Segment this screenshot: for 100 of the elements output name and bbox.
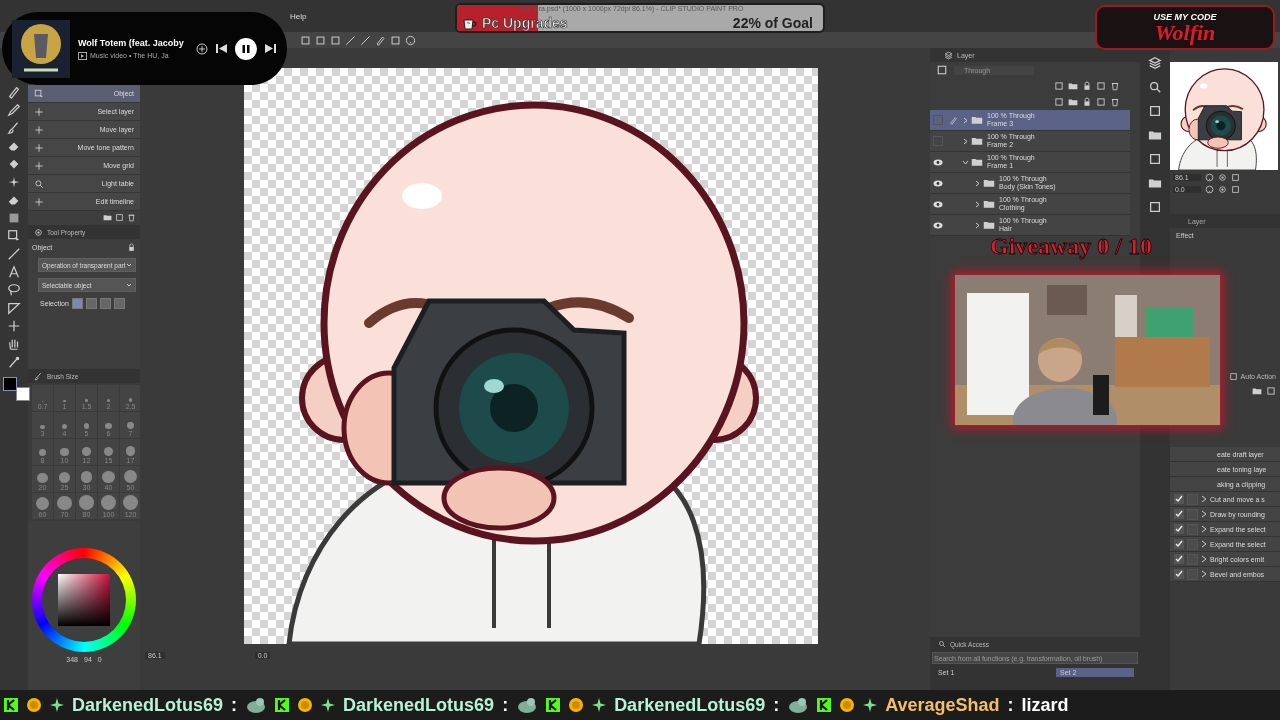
square-icon[interactable]	[1096, 97, 1106, 107]
badge-caption: USE MY CODE	[1153, 11, 1217, 22]
pause-icon	[241, 43, 251, 54]
search-icon[interactable]	[1148, 80, 1162, 94]
selection-mode-button[interactable]	[85, 298, 97, 309]
trash-icon[interactable]	[127, 213, 136, 222]
line-icon[interactable]	[360, 34, 371, 46]
giveaway-counter: Giveaway 0 / 10	[990, 233, 1152, 260]
navigator-preview[interactable]	[1170, 62, 1278, 170]
lock-icon[interactable]	[1082, 97, 1092, 107]
canvas[interactable]	[244, 68, 818, 644]
move-icon	[34, 160, 44, 171]
previous-icon	[216, 43, 227, 54]
square-icon[interactable]	[1054, 81, 1064, 91]
chat-username: DarkenedLotus69	[343, 694, 495, 716]
square-icon[interactable]	[1148, 104, 1162, 118]
square-icon[interactable]	[1054, 97, 1064, 107]
help-icon[interactable]	[1205, 173, 1214, 182]
goal-amount-label: 22% of Goal	[732, 16, 813, 31]
folder-icon	[983, 198, 995, 210]
folder-icon	[983, 177, 995, 189]
checkbox[interactable]	[1174, 524, 1184, 534]
square-icon[interactable]	[936, 64, 948, 76]
hand-icon[interactable]	[7, 337, 21, 351]
chevron-icon[interactable]	[974, 179, 981, 187]
selection-mode-button[interactable]	[113, 298, 125, 309]
trash-icon[interactable]	[1110, 81, 1120, 91]
gradient-icon[interactable]	[7, 211, 21, 225]
next-button[interactable]	[265, 43, 276, 54]
chevron-icon[interactable]	[974, 200, 981, 208]
square-icon[interactable]	[330, 34, 341, 46]
chevron-icon[interactable]	[974, 221, 981, 229]
chevron-icon[interactable]	[962, 158, 969, 166]
add-button[interactable]	[196, 42, 208, 55]
checkbox[interactable]	[1187, 493, 1198, 505]
search-icon	[938, 640, 946, 648]
lock-icon[interactable]	[1082, 81, 1092, 91]
checkbox[interactable]	[1187, 523, 1198, 535]
color-square[interactable]	[58, 574, 110, 626]
eyedropper-icon[interactable]	[7, 355, 21, 369]
pause-button[interactable]	[235, 37, 257, 60]
square-icon[interactable]	[1096, 81, 1106, 91]
lasso-icon[interactable]	[7, 283, 21, 297]
cup-icon	[463, 17, 477, 30]
k-badge-icon	[4, 698, 18, 712]
checkbox[interactable]	[1187, 568, 1198, 580]
square-icon[interactable]	[1148, 200, 1162, 214]
caret-icon	[126, 262, 132, 268]
fill-icon[interactable]	[7, 157, 21, 171]
coin-icon	[297, 697, 314, 713]
checkbox[interactable]	[1174, 494, 1184, 504]
line-icon[interactable]	[7, 247, 21, 261]
checkbox[interactable]	[1174, 554, 1184, 564]
creator-code: Wolfin	[1154, 21, 1216, 44]
square-icon[interactable]	[115, 213, 124, 222]
trash-icon[interactable]	[1110, 97, 1120, 107]
pen-icon[interactable]	[7, 85, 21, 99]
coin-icon	[26, 697, 42, 713]
help-icon[interactable]	[405, 34, 416, 46]
eye-icon[interactable]	[933, 200, 943, 208]
checkbox[interactable]	[1174, 509, 1184, 519]
layers-icon[interactable]	[1148, 56, 1162, 70]
square-icon[interactable]	[390, 34, 401, 46]
pencil-icon[interactable]	[7, 103, 21, 117]
select-icon[interactable]	[7, 229, 21, 243]
triangle-icon[interactable]	[7, 301, 21, 315]
menu-item[interactable]: Help	[290, 11, 307, 21]
eye-icon[interactable]	[933, 221, 943, 229]
selection-mode-button[interactable]	[99, 298, 111, 309]
checkbox[interactable]	[1187, 553, 1198, 565]
square-icon[interactable]	[1148, 152, 1162, 166]
pen-icon[interactable]	[375, 34, 386, 46]
line-icon[interactable]	[345, 34, 356, 46]
checkbox[interactable]	[1187, 508, 1198, 520]
previous-button[interactable]	[216, 43, 227, 54]
chat-username: AverageShad	[885, 694, 1000, 716]
help-icon[interactable]	[1205, 185, 1214, 194]
chevron-icon[interactable]	[962, 137, 969, 145]
eye-icon[interactable]	[933, 158, 943, 166]
folder-icon	[983, 219, 995, 231]
square-icon[interactable]	[1231, 185, 1240, 194]
checkbox[interactable]	[1174, 539, 1184, 549]
folder-icon[interactable]	[1252, 386, 1262, 396]
folder-icon[interactable]	[103, 213, 112, 222]
square-icon[interactable]	[300, 34, 311, 46]
lock-icon[interactable]	[127, 243, 136, 252]
brush-icon[interactable]	[7, 121, 21, 135]
move-icon[interactable]	[7, 319, 21, 333]
chat-separator: :	[502, 694, 509, 716]
checkbox[interactable]	[1187, 538, 1198, 550]
eye-icon[interactable]	[933, 179, 943, 187]
chevron-icon[interactable]	[962, 116, 969, 124]
square-icon[interactable]	[315, 34, 326, 46]
sub-color-swatch[interactable]	[16, 387, 30, 401]
main-color-swatch[interactable]	[3, 377, 17, 391]
checkbox[interactable]	[1174, 569, 1184, 579]
square-icon[interactable]	[1231, 173, 1240, 182]
selection-mode-button[interactable]	[71, 298, 83, 309]
square-icon[interactable]	[1266, 386, 1276, 396]
text-icon[interactable]	[7, 265, 21, 279]
